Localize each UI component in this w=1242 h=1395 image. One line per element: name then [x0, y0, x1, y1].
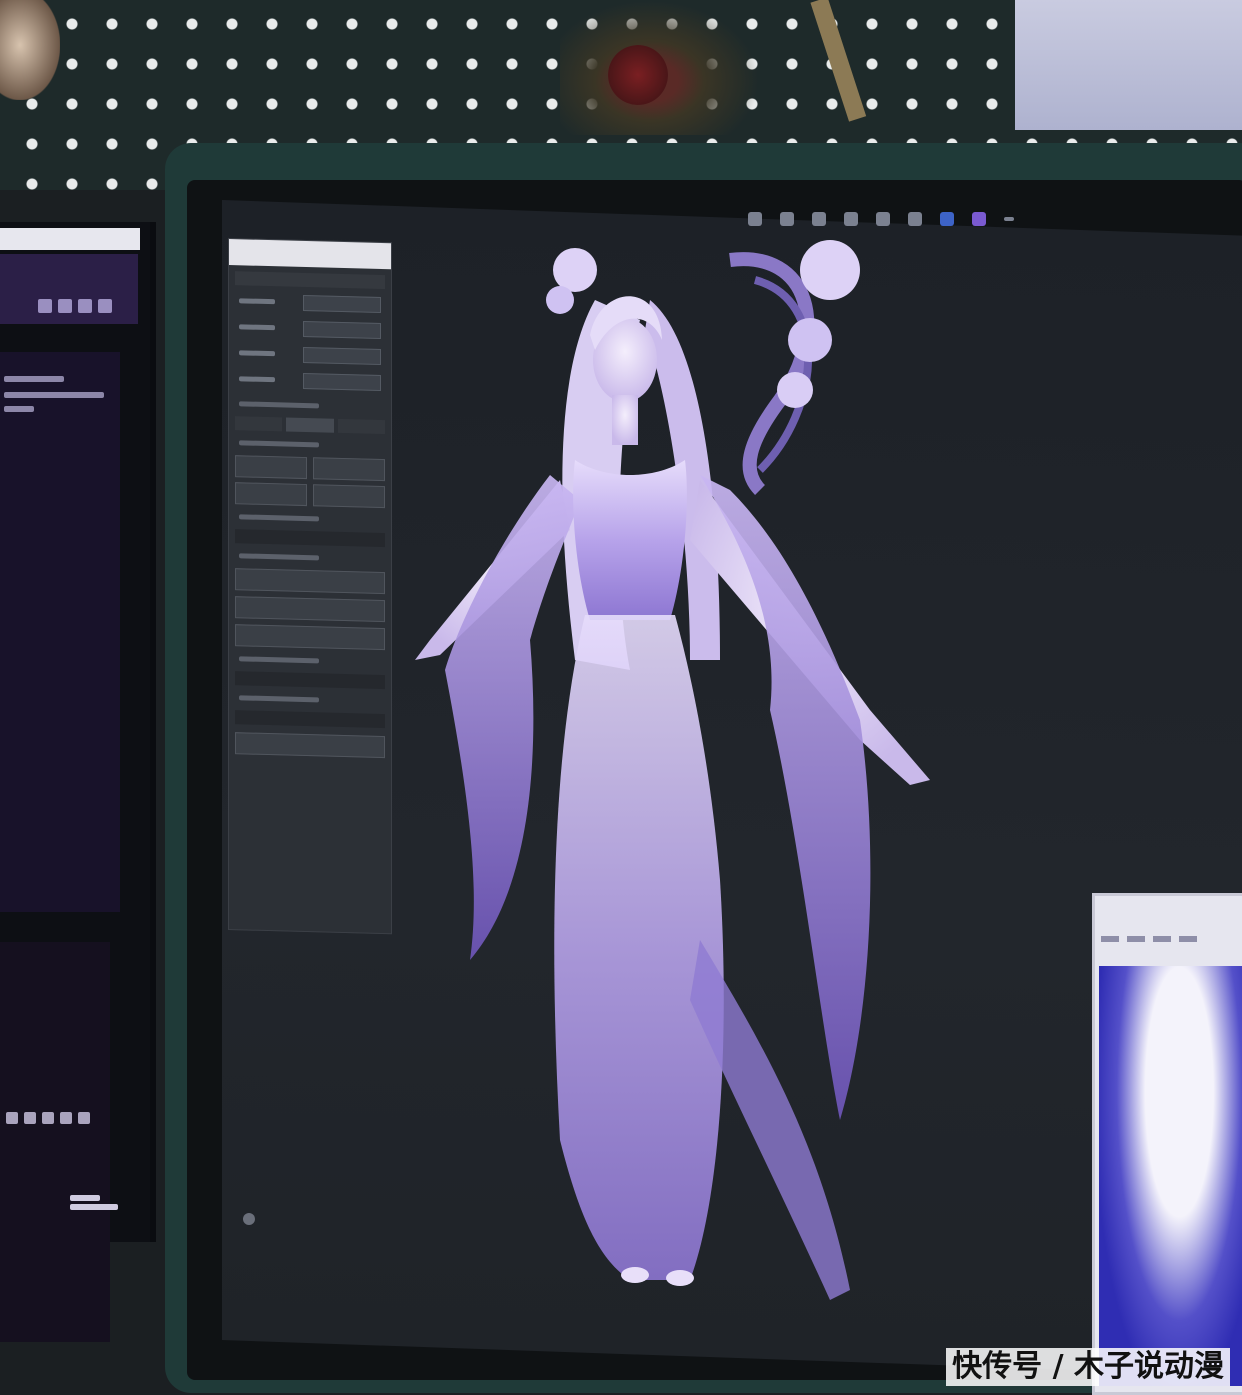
toolbar-icon[interactable] [972, 212, 986, 226]
blurred-text [4, 406, 34, 412]
blurred-text [239, 514, 319, 522]
character-model[interactable] [400, 240, 960, 1320]
properties-panel [228, 238, 392, 935]
left-monitor-titlebar [0, 228, 140, 250]
toolbar-icon[interactable] [780, 212, 794, 226]
panel-button[interactable] [313, 457, 385, 482]
blurred-text [239, 440, 319, 448]
wall-poster [1015, 0, 1242, 130]
tab[interactable] [337, 418, 385, 435]
menu-item[interactable] [1101, 936, 1119, 942]
toolbar-icon[interactable] [940, 212, 954, 226]
panel-field[interactable] [235, 529, 385, 548]
foot [621, 1267, 649, 1283]
tool-icon[interactable] [78, 299, 92, 313]
tab[interactable] [235, 416, 283, 432]
figure-decoration [0, 0, 60, 100]
property-dropdown[interactable] [303, 294, 381, 314]
blurred-text [239, 656, 319, 664]
left-monitor-toolbar [0, 254, 138, 324]
blurred-text [239, 553, 319, 561]
menu-item[interactable] [1153, 936, 1171, 942]
panel-button[interactable] [235, 596, 385, 623]
toolbar-icon[interactable] [876, 212, 890, 226]
tool-icon[interactable] [98, 299, 112, 313]
left-monitor-toolbar-icons [38, 299, 112, 313]
toolbar-icon[interactable] [1004, 217, 1014, 221]
flower-decoration [608, 45, 668, 105]
property-row [235, 369, 385, 395]
panel-button[interactable] [235, 624, 385, 651]
secondary-monitor [1092, 893, 1242, 1395]
texture-canvas[interactable] [1099, 966, 1242, 1386]
taskbar-icon[interactable] [42, 1112, 54, 1124]
tool-icon[interactable] [58, 299, 72, 313]
taskbar-clock [70, 1192, 130, 1218]
taskbar-icon[interactable] [24, 1112, 36, 1124]
blurred-text [239, 401, 319, 409]
blurred-text [4, 392, 104, 398]
property-row [235, 317, 385, 343]
property-dropdown[interactable] [303, 320, 381, 340]
viewport-corner-icon[interactable] [243, 1213, 255, 1225]
panel-tabs [235, 416, 385, 435]
blurred-text [4, 376, 64, 382]
property-dropdown[interactable] [303, 372, 381, 392]
panel-button[interactable] [235, 732, 385, 759]
bodice [573, 460, 687, 620]
blurred-text [239, 695, 319, 703]
skirt [554, 615, 724, 1280]
menu-item[interactable] [1127, 936, 1145, 942]
button-row [235, 455, 385, 482]
foot [666, 1270, 694, 1286]
panel-field[interactable] [235, 671, 385, 690]
panel-button[interactable] [235, 482, 307, 507]
toolbar-icon[interactable] [844, 212, 858, 226]
property-row [235, 343, 385, 369]
panel-button[interactable] [235, 568, 385, 595]
taskbar-icon[interactable] [6, 1112, 18, 1124]
toolbar-icon[interactable] [812, 212, 826, 226]
left-monitor-lower-panel [0, 942, 110, 1342]
taskbar-icons [6, 1112, 90, 1124]
property-dropdown[interactable] [303, 346, 381, 366]
tab[interactable] [286, 417, 334, 433]
left-monitor-panel [0, 352, 120, 912]
panel-button[interactable] [313, 484, 385, 509]
property-row [235, 291, 385, 317]
taskbar-icon[interactable] [78, 1112, 90, 1124]
left-monitor [0, 222, 156, 1342]
toolbar-icon[interactable] [748, 212, 762, 226]
taskbar-icon[interactable] [60, 1112, 72, 1124]
panel-button[interactable] [235, 455, 307, 480]
menu-item[interactable] [1179, 936, 1197, 942]
panel-section-header[interactable] [235, 271, 385, 290]
watermark-text: 快传号 / 木子说动漫 [946, 1348, 1230, 1386]
secondary-menu-bar [1101, 936, 1241, 946]
button-row [235, 482, 385, 509]
panel-field[interactable] [235, 710, 385, 729]
toolbar-icon[interactable] [908, 212, 922, 226]
viewport-toolbar [748, 212, 1014, 226]
neck [612, 395, 638, 445]
panel-header [229, 239, 391, 270]
tool-icon[interactable] [38, 299, 52, 313]
